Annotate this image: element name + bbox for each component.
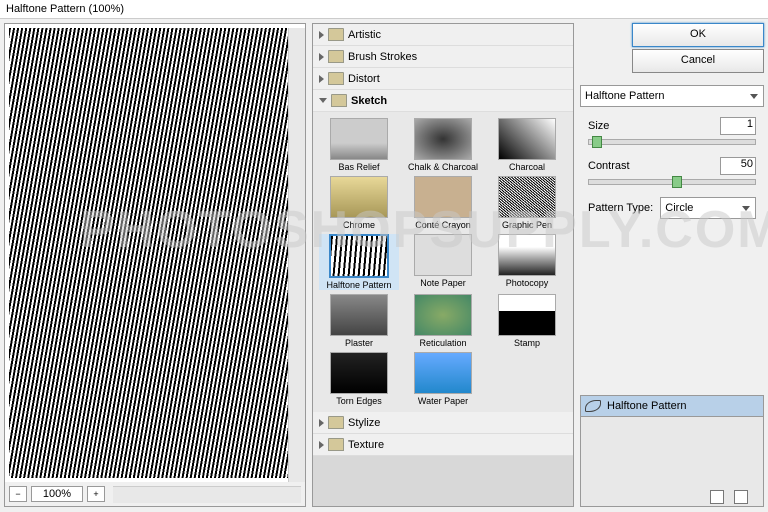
window-title: Halftone Pattern (100%) xyxy=(0,0,768,19)
category-stylize[interactable]: Stylize xyxy=(313,412,573,434)
vertical-scrollbar[interactable] xyxy=(288,28,305,482)
slider-thumb-icon[interactable] xyxy=(672,176,682,188)
category-distort[interactable]: Distort xyxy=(313,68,573,90)
category-artistic[interactable]: Artistic xyxy=(313,24,573,46)
new-effect-layer-icon[interactable] xyxy=(710,490,724,504)
category-label: Artistic xyxy=(348,29,381,41)
folder-icon xyxy=(328,438,344,451)
category-label: Stylize xyxy=(348,417,380,429)
chevron-right-icon xyxy=(319,31,324,39)
category-label: Texture xyxy=(348,439,384,451)
layer-name: Halftone Pattern xyxy=(607,400,687,412)
contrast-label: Contrast xyxy=(588,160,720,172)
category-texture[interactable]: Texture xyxy=(313,434,573,456)
category-label: Brush Strokes xyxy=(348,51,417,63)
zoom-out-button[interactable]: − xyxy=(9,486,27,502)
preview-image xyxy=(9,28,301,478)
thumb-charcoal[interactable]: Charcoal xyxy=(487,118,567,172)
thumb-reticulation[interactable]: Reticulation xyxy=(403,294,483,348)
folder-icon xyxy=(328,50,344,63)
size-slider[interactable] xyxy=(588,139,756,145)
settings-pane: OK Cancel Halftone Pattern Size1 Contras… xyxy=(580,23,764,507)
delete-effect-layer-icon[interactable] xyxy=(734,490,748,504)
sketch-thumbnails: Bas Relief Chalk & Charcoal Charcoal Chr… xyxy=(313,112,573,412)
thumb-conte-crayon[interactable]: Conté Crayon xyxy=(403,176,483,230)
category-label: Distort xyxy=(348,73,380,85)
chevron-right-icon xyxy=(319,441,324,449)
ok-button[interactable]: OK xyxy=(632,23,764,47)
chevron-right-icon xyxy=(319,75,324,83)
folder-icon xyxy=(331,94,347,107)
zoom-level[interactable]: 100% xyxy=(31,486,83,502)
filter-dropdown[interactable]: Halftone Pattern xyxy=(580,85,764,107)
thumb-water-paper[interactable]: Water Paper xyxy=(403,352,483,406)
thumb-stamp[interactable]: Stamp xyxy=(487,294,567,348)
contrast-input[interactable]: 50 xyxy=(720,157,756,175)
slider-thumb-icon[interactable] xyxy=(592,136,602,148)
category-label: Sketch xyxy=(351,95,387,107)
category-sketch[interactable]: Sketch xyxy=(313,90,573,112)
thumb-chalk-charcoal[interactable]: Chalk & Charcoal xyxy=(403,118,483,172)
folder-icon xyxy=(328,416,344,429)
preview-pane: − 100% + xyxy=(4,23,306,507)
thumb-plaster[interactable]: Plaster xyxy=(319,294,399,348)
zoom-in-button[interactable]: + xyxy=(87,486,105,502)
chevron-right-icon xyxy=(319,419,324,427)
category-brush-strokes[interactable]: Brush Strokes xyxy=(313,46,573,68)
folder-icon xyxy=(328,28,344,41)
thumb-photocopy[interactable]: Photocopy xyxy=(487,234,567,290)
thumb-chrome[interactable]: Chrome xyxy=(319,176,399,230)
thumb-bas-relief[interactable]: Bas Relief xyxy=(319,118,399,172)
effect-layer[interactable]: Halftone Pattern xyxy=(581,396,763,417)
pattern-type-label: Pattern Type: xyxy=(588,202,653,214)
chevron-down-icon xyxy=(319,98,327,103)
filter-gallery: Artistic Brush Strokes Distort Sketch Ba… xyxy=(312,23,574,507)
contrast-slider[interactable] xyxy=(588,179,756,185)
size-input[interactable]: 1 xyxy=(720,117,756,135)
size-label: Size xyxy=(588,120,720,132)
horizontal-scrollbar[interactable] xyxy=(113,486,301,503)
chevron-right-icon xyxy=(319,53,324,61)
thumb-torn-edges[interactable]: Torn Edges xyxy=(319,352,399,406)
thumb-graphic-pen[interactable]: Graphic Pen xyxy=(487,176,567,230)
thumb-note-paper[interactable]: Note Paper xyxy=(403,234,483,290)
folder-icon xyxy=(328,72,344,85)
thumb-halftone-pattern[interactable]: Halftone Pattern xyxy=(319,234,399,290)
visibility-icon[interactable] xyxy=(585,400,601,412)
cancel-button[interactable]: Cancel xyxy=(632,49,764,73)
pattern-type-dropdown[interactable]: Circle xyxy=(660,197,756,219)
